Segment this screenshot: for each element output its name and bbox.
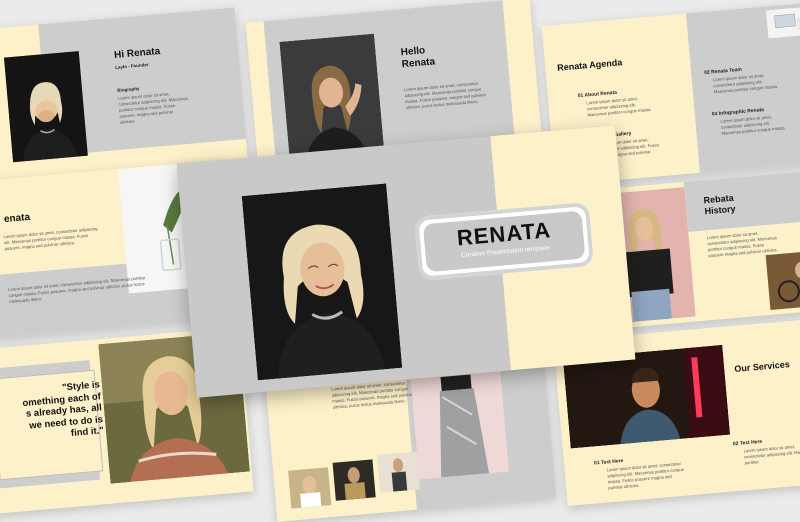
slide-title: Rebata History <box>703 192 736 217</box>
thumb-photo-3 <box>377 451 421 493</box>
desk-photo <box>766 6 800 39</box>
thumb-photo-2 <box>332 459 376 501</box>
hero-portrait-photo <box>241 183 403 381</box>
service-item-1-label: 01 Text Here <box>593 458 624 467</box>
slide-title: Renata Agenda <box>556 57 623 73</box>
service-item-1-body: Lorem ipsum dolor sit amet, consectetur … <box>606 460 685 491</box>
main-title-slide: RENATA Creative Presentation template <box>176 125 636 398</box>
slide-title: Hello Renata <box>400 45 436 71</box>
quote-text: "Style is omething each of s already has… <box>21 379 105 439</box>
slide-title: Our Services <box>733 359 791 374</box>
service-item-2-label: 02 Text Here <box>732 438 763 448</box>
thumb-photo-1 <box>288 467 332 509</box>
service-item-2-body: Lorem ipsum dolor sit amet, consectetur … <box>743 443 800 466</box>
bike-photo <box>765 249 800 310</box>
slide-title: enata <box>3 211 31 226</box>
grey-panel <box>683 169 800 232</box>
portrait-photo-blonde <box>3 51 88 163</box>
body-text: Lorem ipsum dolor sit amet, consectetur … <box>117 91 189 125</box>
agenda-item-1-body: Lorem ipsum dolor sit amet, consectetur … <box>586 95 652 118</box>
